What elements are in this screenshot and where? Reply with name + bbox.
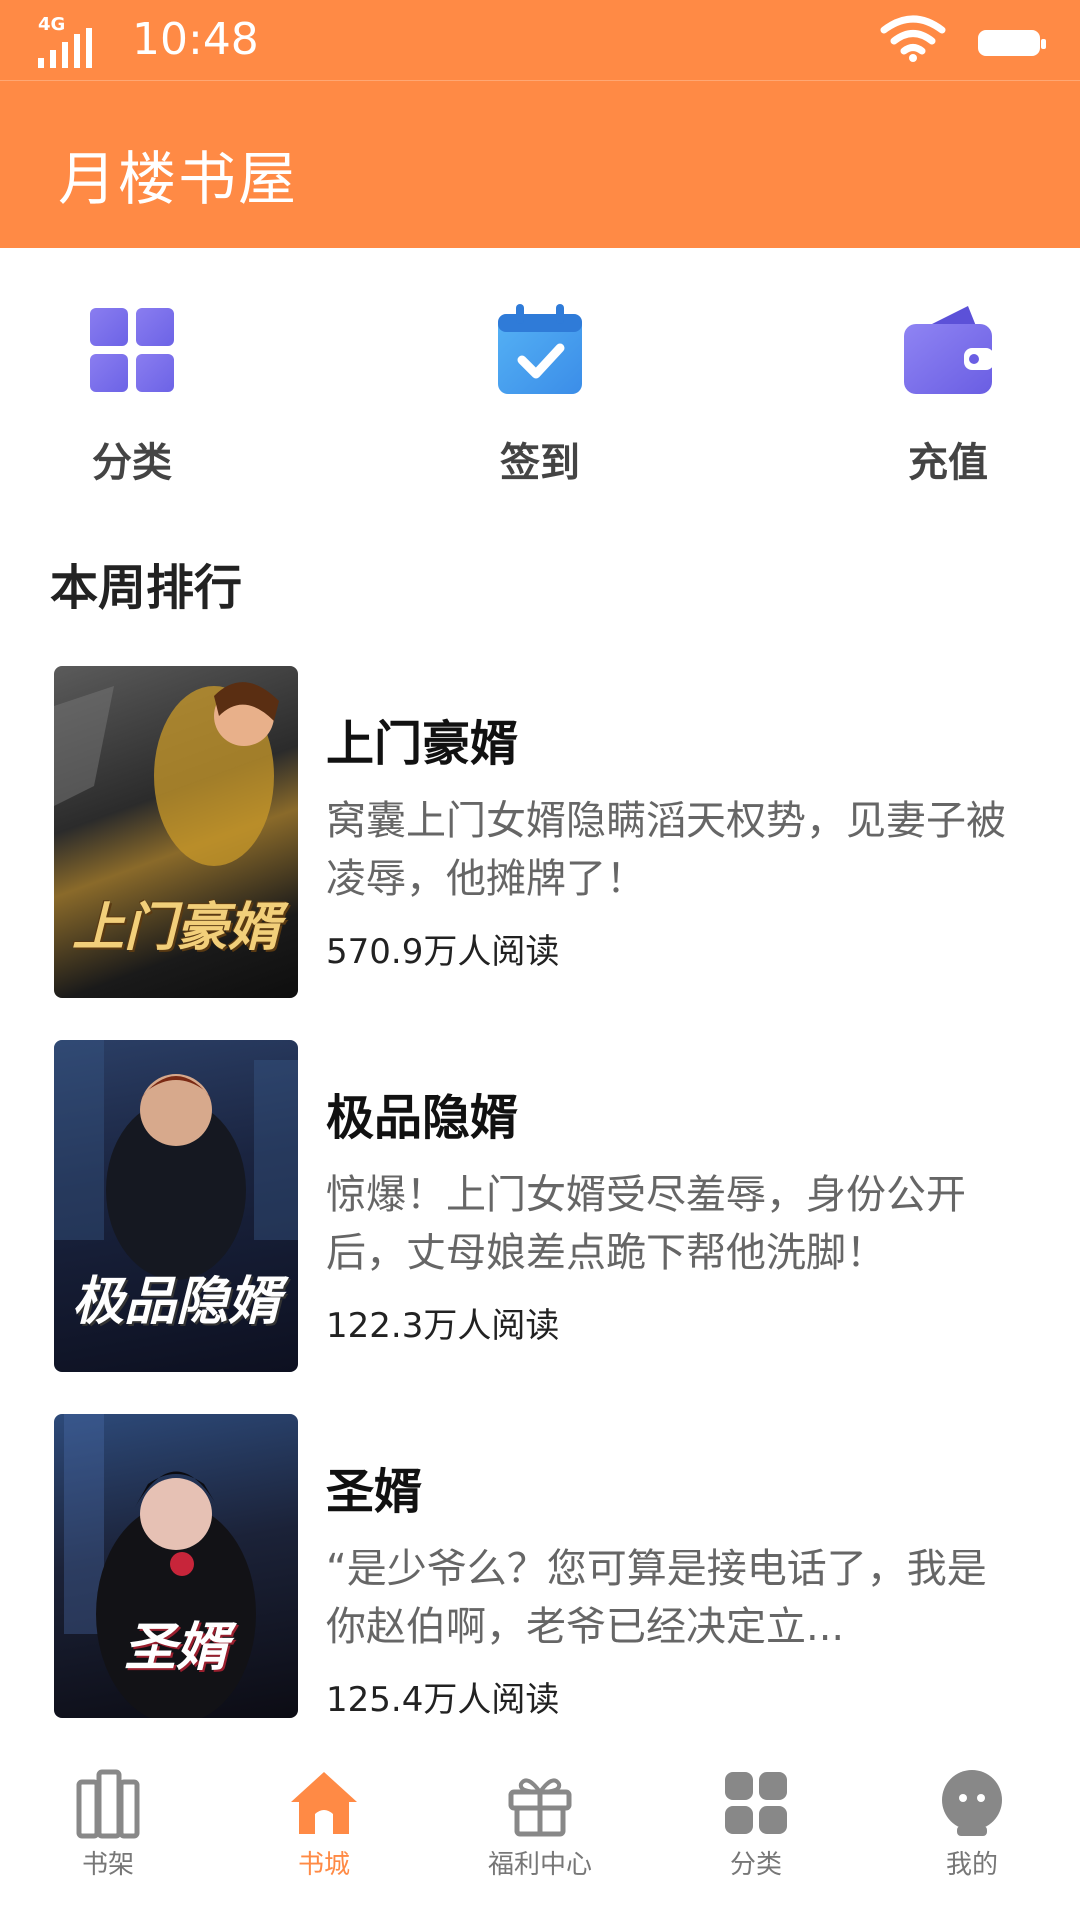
book-item[interactable]: 极品隐婿 极品隐婿 惊爆！上门女婿受尽羞辱，身份公开后，丈母娘差点跪下帮他洗脚！… [54,1040,1034,1372]
home-icon [287,1766,361,1840]
book-reads: 125.4万人阅读 [326,1680,560,1720]
book-cover[interactable]: 圣婿 [54,1414,298,1718]
quick-action-checkin[interactable]: 签到 [440,300,640,500]
book-desc: 窝囊上门女婿隐瞒滔天权势，见妻子被凌辱，他摊牌了！ [326,798,1006,902]
book-title: 极品隐婿 [326,1090,519,1146]
tab-label: 书架 [81,1850,134,1880]
book-reads: 570.9万人阅读 [326,932,560,972]
calendar-check-icon [490,300,590,400]
book-item[interactable]: 上门豪婿 上门豪婿 窝囊上门女婿隐瞒滔天权势，见妻子被凌辱，他摊牌了！ 570.… [54,666,1034,998]
tab-bookshelf[interactable]: 书架 [28,1766,188,1881]
tab-label: 福利中心 [487,1850,592,1880]
grid-icon [719,1766,793,1840]
book-reads: 122.3万人阅读 [326,1306,560,1346]
tab-label: 书城 [297,1850,350,1880]
bottom-nav: 书架 书城 福利中心 分类 我的 [0,1744,1080,1920]
profile-icon [935,1766,1009,1840]
book-item[interactable]: 圣婿 圣婿 “是少爷么？您可算是接电话了，我是你赵伯啊，老爷已经决定立... 1… [54,1414,1034,1746]
quick-action-recharge[interactable]: 充值 [848,300,1048,500]
quick-action-label: 分类 [92,440,172,486]
tab-mine[interactable]: 我的 [892,1766,1052,1881]
battery-icon [978,30,1046,56]
app-header: 4G 10:48 月楼书屋 [0,0,1080,248]
tab-welfare-center[interactable]: 福利中心 [460,1766,620,1881]
book-cover[interactable]: 极品隐婿 [54,1040,298,1372]
signal-icon: 4G [36,14,96,70]
book-title: 上门豪婿 [326,716,519,772]
book-desc: 惊爆！上门女婿受尽羞辱，身份公开后，丈母娘差点跪下帮他洗脚！ [326,1172,966,1276]
tab-bookstore[interactable]: 书城 [244,1766,404,1881]
cover-title: 上门豪婿 [71,898,280,958]
quick-action-label: 签到 [500,440,580,486]
bookshelf-icon [71,1766,145,1840]
book-desc: “是少爷么？您可算是接电话了，我是你赵伯啊，老爷已经决定立... [326,1546,987,1650]
wallet-icon [898,300,998,400]
tab-label: 分类 [729,1850,782,1880]
quick-actions: 分类 签到 充值 [0,300,1080,500]
quick-action-label: 充值 [908,440,988,486]
book-cover[interactable]: 上门豪婿 [54,666,298,998]
quick-action-category[interactable]: 分类 [32,300,232,500]
book-info: 上门豪婿 窝囊上门女婿隐瞒滔天权势，见妻子被凌辱，他摊牌了！ 570.9万人阅读 [326,704,1026,973]
book-info: 圣婿 “是少爷么？您可算是接电话了，我是你赵伯啊，老爷已经决定立... 125.… [326,1452,1026,1721]
cover-title: 极品隐婿 [71,1272,280,1332]
wifi-icon [880,14,946,66]
cover-title: 圣婿 [123,1618,228,1678]
grid-icon [82,300,182,400]
status-time: 10:48 [132,14,259,65]
tab-category[interactable]: 分类 [676,1766,836,1881]
app-title: 月楼书屋 [58,145,299,213]
gift-icon [503,1766,577,1840]
book-title: 圣婿 [326,1464,423,1520]
tab-label: 我的 [945,1850,998,1880]
status-bar: 4G 10:48 [0,0,1080,81]
book-info: 极品隐婿 惊爆！上门女婿受尽羞辱，身份公开后，丈母娘差点跪下帮他洗脚！ 122.… [326,1078,1026,1347]
section-title: 本周排行 [50,560,243,616]
